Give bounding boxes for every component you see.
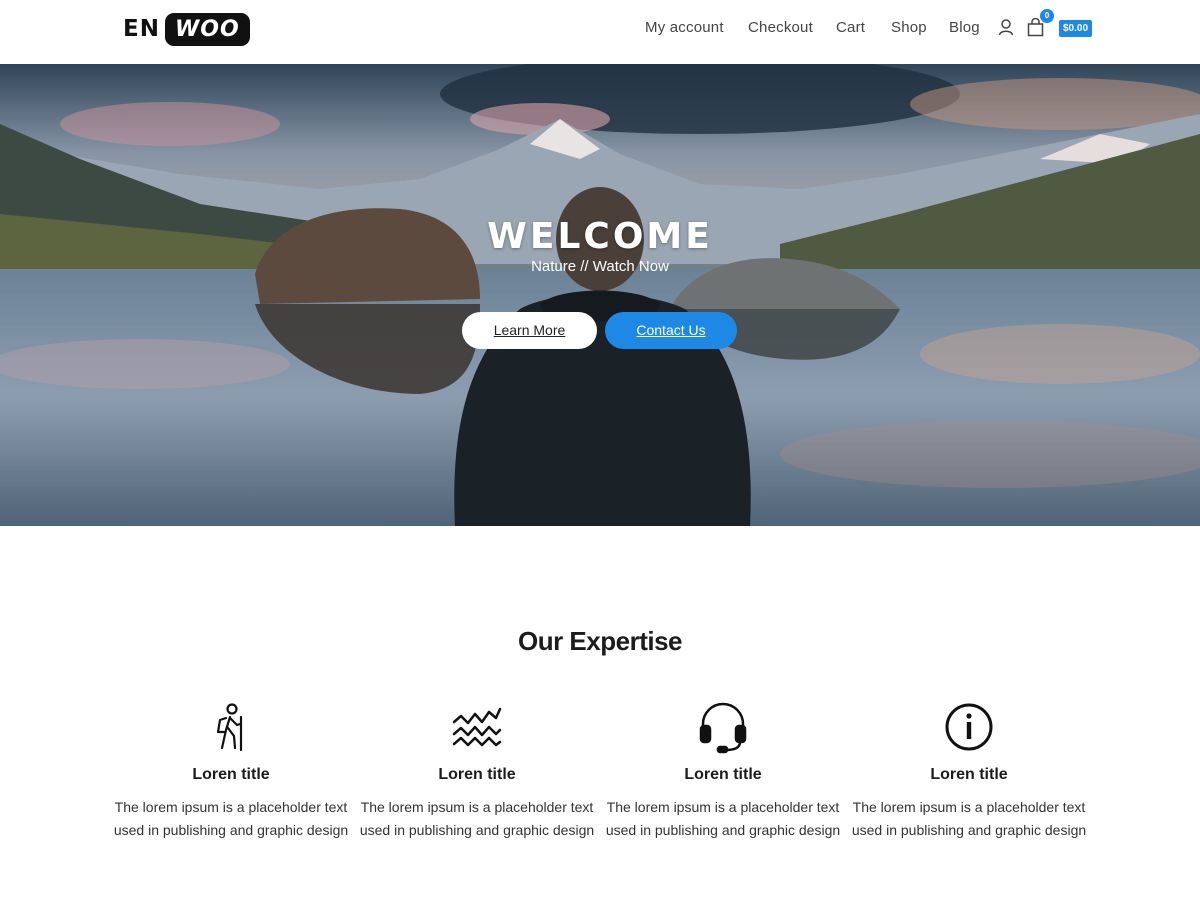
feature-title: Loren title — [930, 766, 1008, 783]
feature-description: The lorem ipsum is a placeholder text us… — [108, 796, 354, 842]
hero-subtitle: Nature // Watch Now — [531, 258, 669, 275]
nav-cart[interactable]: Cart — [836, 19, 865, 36]
user-icon[interactable] — [998, 19, 1014, 36]
feature-description: The lorem ipsum is a placeholder text us… — [846, 796, 1092, 842]
hero-background-image — [0, 64, 1200, 526]
nav-my-account[interactable]: My account — [645, 19, 724, 36]
feature-title: Loren title — [684, 766, 762, 783]
learn-more-button[interactable]: Learn More — [462, 312, 597, 349]
logo-text-en: EN — [123, 16, 160, 42]
feature-description-line: used in publishing and graphic design — [851, 822, 1087, 838]
feature-title: Loren title — [192, 766, 270, 783]
hiker-icon — [216, 703, 243, 752]
feature-description: The lorem ipsum is a placeholder text us… — [354, 796, 600, 842]
feature-description-line: used in publishing and graphic design — [605, 822, 841, 838]
feature-description-line: The lorem ipsum is a placeholder text — [852, 799, 1086, 815]
feature-description-line: The lorem ipsum is a placeholder text — [114, 799, 348, 815]
feature-description-line: used in publishing and graphic design — [113, 822, 349, 838]
hero-title: WELCOME — [487, 216, 713, 257]
info-icon — [945, 703, 993, 751]
section-title: Our Expertise — [517, 626, 683, 656]
hero-banner: WELCOME Nature // Watch Now Learn More C… — [0, 64, 1200, 526]
headset-icon — [699, 702, 747, 754]
feature-title: Loren title — [438, 766, 516, 783]
site-header: EN WOO My account Checkout Cart Shop Blo… — [0, 0, 1200, 64]
nav-blog[interactable]: Blog — [949, 19, 980, 36]
zigzag-waves-icon — [452, 707, 502, 747]
site-logo[interactable]: EN WOO — [123, 12, 250, 46]
nav-shop[interactable]: Shop — [891, 19, 927, 36]
feature-description-line: The lorem ipsum is a placeholder text — [606, 799, 840, 815]
feature-description-line: The lorem ipsum is a placeholder text — [360, 799, 594, 815]
feature-description-line: used in publishing and graphic design — [359, 822, 595, 838]
nav-checkout[interactable]: Checkout — [748, 19, 813, 36]
cart-total[interactable]: $0.00 — [1059, 20, 1093, 37]
contact-us-button[interactable]: Contact Us — [605, 312, 737, 349]
cart-count-badge: 0 — [1040, 9, 1054, 23]
logo-text-woo: WOO — [164, 12, 250, 46]
feature-description: The lorem ipsum is a placeholder text us… — [600, 796, 846, 842]
